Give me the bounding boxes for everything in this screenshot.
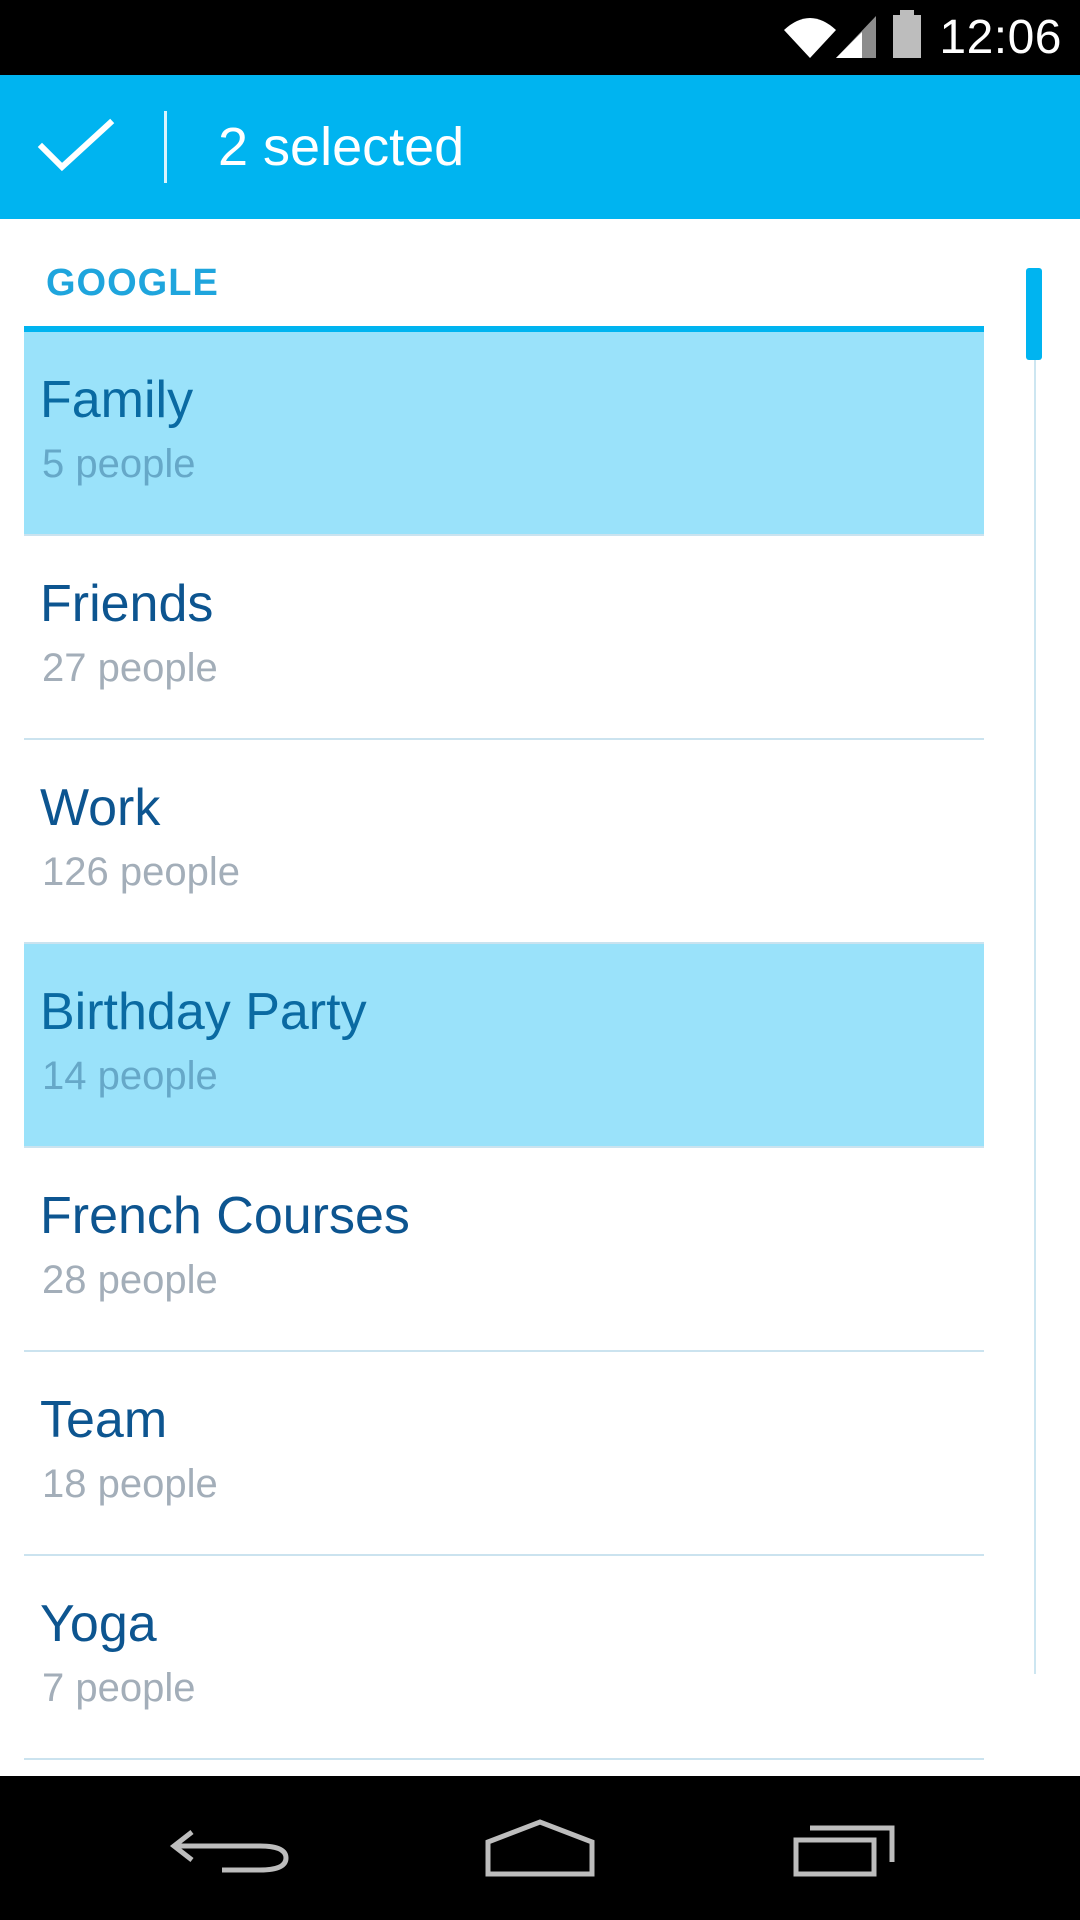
group-list: Family 5 people Friends 27 people Work 1…: [24, 332, 984, 1760]
group-name: French Courses: [40, 1187, 410, 1245]
group-name: Work: [40, 779, 161, 837]
group-item-french-courses[interactable]: French Courses 28 people: [24, 1148, 984, 1352]
group-member-count: 18 people: [42, 1462, 218, 1506]
status-bar: 12:06: [0, 0, 1080, 75]
group-item-team[interactable]: Team 18 people: [24, 1352, 984, 1556]
selection-count-title: 2 selected: [218, 117, 465, 177]
group-member-count: 7 people: [42, 1666, 196, 1710]
contextual-action-bar: 2 selected: [0, 75, 1080, 219]
navigation-bar: [0, 1776, 1080, 1920]
group-member-count: 28 people: [42, 1258, 218, 1302]
group-item-work[interactable]: Work 126 people: [24, 740, 984, 944]
group-name: Birthday Party: [40, 983, 367, 1041]
group-name: Friends: [40, 575, 214, 633]
group-member-count: 27 people: [42, 646, 218, 690]
group-member-count: 14 people: [42, 1054, 218, 1098]
group-member-count: 5 people: [42, 442, 196, 486]
group-item-birthday-party[interactable]: Birthday Party 14 people: [24, 944, 984, 1148]
recents-icon[interactable]: [760, 1808, 920, 1888]
scrollbar-thumb[interactable]: [1026, 268, 1042, 360]
scrollbar-track[interactable]: [1034, 268, 1036, 1674]
group-name: Yoga: [40, 1595, 157, 1653]
checkmark-icon[interactable]: [36, 117, 116, 177]
group-member-count: 126 people: [42, 850, 240, 894]
home-icon[interactable]: [460, 1808, 620, 1888]
group-name: Family: [40, 371, 194, 429]
wifi-icon: [784, 18, 836, 58]
action-bar-divider: [164, 111, 167, 183]
group-name: Team: [40, 1391, 168, 1449]
cell-signal-icon: [836, 16, 876, 58]
status-time: 12:06: [939, 11, 1062, 64]
group-item-family[interactable]: Family 5 people: [24, 332, 984, 536]
battery-icon: [893, 10, 921, 58]
group-item-friends[interactable]: Friends 27 people: [24, 536, 984, 740]
account-section-header: GOOGLE: [46, 262, 219, 304]
group-item-yoga[interactable]: Yoga 7 people: [24, 1556, 984, 1760]
back-icon[interactable]: [160, 1808, 320, 1888]
